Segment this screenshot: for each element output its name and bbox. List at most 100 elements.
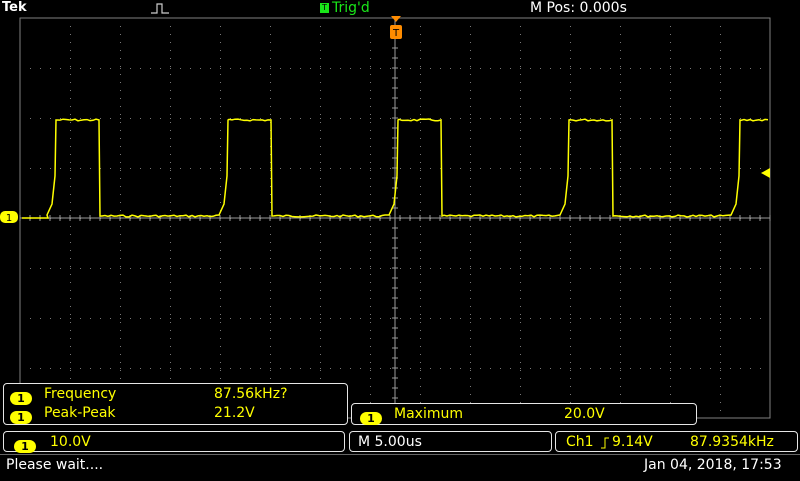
- grid-dot: [670, 42, 671, 43]
- grid-dot: [670, 290, 671, 291]
- grid-dot: [550, 68, 551, 69]
- grid-dot: [320, 186, 321, 187]
- grid-dot: [270, 250, 271, 251]
- trigger-readout[interactable]: Ch1 9.14V 87.9354kHz: [555, 431, 798, 452]
- grid-dot: [720, 370, 721, 371]
- grid-dot: [160, 268, 161, 269]
- grid-dot: [730, 118, 731, 119]
- grid-dot: [70, 154, 71, 155]
- grid-dot: [420, 122, 421, 123]
- grid-dot: [340, 118, 341, 119]
- grid-dot: [420, 82, 421, 83]
- grid-dot: [570, 378, 571, 379]
- grid-dot: [170, 98, 171, 99]
- grid-dot: [520, 234, 521, 235]
- grid-dot: [670, 386, 671, 387]
- grid-dot: [80, 268, 81, 269]
- grid-dot: [170, 168, 171, 169]
- grid-dot: [720, 34, 721, 35]
- grid-dot: [70, 34, 71, 35]
- grid-dot: [330, 68, 331, 69]
- grid-dot: [320, 368, 321, 369]
- date-time: Jan 04, 2018, 17:53: [644, 457, 782, 473]
- grid-dot: [120, 250, 121, 251]
- grid-dot: [750, 318, 751, 319]
- measurement-panel[interactable]: 1 Frequency 87.56kHz? 1 Peak-Peak 21.2V: [3, 383, 348, 425]
- grid-dot: [170, 122, 171, 123]
- grid-dot: [570, 74, 571, 75]
- grid-dot: [200, 268, 201, 269]
- grid-dot: [320, 250, 321, 251]
- grid-dot: [170, 194, 171, 195]
- grid-dot: [730, 268, 731, 269]
- grid-dot: [650, 118, 651, 119]
- grid-dot: [270, 42, 271, 43]
- grid-dot: [380, 318, 381, 319]
- grid-dot: [520, 274, 521, 275]
- grid-dot: [120, 202, 121, 203]
- measurement-name: Peak-Peak: [44, 405, 116, 421]
- grid-dot: [670, 234, 671, 235]
- horizontal-position: M Pos: 0.000s: [530, 0, 627, 16]
- channel-badge: 1: [360, 412, 382, 425]
- grid-dot: [440, 68, 441, 69]
- grid-dot: [170, 282, 171, 283]
- grid-dot: [480, 68, 481, 69]
- grid-dot: [380, 268, 381, 269]
- grid-dot: [520, 242, 521, 243]
- measurement-panel-maximum[interactable]: 1 Maximum 20.0V: [351, 403, 697, 425]
- grid-dot: [170, 202, 171, 203]
- grid-dot: [400, 68, 401, 69]
- grid-dot: [220, 146, 221, 147]
- grid-dot: [420, 130, 421, 131]
- grid-dot: [180, 118, 181, 119]
- timebase-readout[interactable]: M 5.00us: [349, 431, 552, 452]
- channel1-ground-marker[interactable]: 1: [0, 211, 18, 224]
- grid-dot: [530, 318, 531, 319]
- grid-dot: [290, 68, 291, 69]
- grid-dot: [120, 178, 121, 179]
- grid-dot: [320, 146, 321, 147]
- grid-dot: [520, 306, 521, 307]
- grid-dot: [510, 68, 511, 69]
- channel-badge: 1: [10, 411, 32, 424]
- grid-dot: [300, 118, 301, 119]
- grid-dot: [640, 268, 641, 269]
- grid-dot: [270, 66, 271, 67]
- grid-dot: [630, 368, 631, 369]
- grid-dot: [370, 368, 371, 369]
- grid-dot: [620, 386, 621, 387]
- grid-dot: [570, 42, 571, 43]
- grid-dot: [100, 268, 101, 269]
- grid-dot: [620, 250, 621, 251]
- grid-dot: [430, 368, 431, 369]
- grid-dot: [670, 268, 671, 269]
- grid-dot: [670, 346, 671, 347]
- grid-dot: [150, 118, 151, 119]
- grid-dot: [670, 210, 671, 211]
- grid-dot: [470, 34, 471, 35]
- grid-dot: [200, 68, 201, 69]
- grid-dot: [450, 168, 451, 169]
- grid-dot: [690, 318, 691, 319]
- grid-dot: [470, 162, 471, 163]
- grid-dot: [110, 68, 111, 69]
- grid-dot: [420, 314, 421, 315]
- grid-dot: [220, 42, 221, 43]
- grid-dot: [570, 282, 571, 283]
- channel-badge: 1: [10, 392, 32, 405]
- grid-dot: [280, 118, 281, 119]
- grid-dot: [720, 368, 721, 369]
- grid-dot: [730, 368, 731, 369]
- grid-dot: [570, 346, 571, 347]
- channel-scale-readout[interactable]: 1 10.0V: [3, 431, 345, 453]
- grid-dot: [420, 346, 421, 347]
- grid-dot: [490, 68, 491, 69]
- grid-dot: [420, 210, 421, 211]
- grid-dot: [690, 68, 691, 69]
- grid-dot: [470, 258, 471, 259]
- grid-dot: [240, 368, 241, 369]
- grid-dot: [360, 68, 361, 69]
- grid-dot: [680, 68, 681, 69]
- grid-dot: [730, 168, 731, 169]
